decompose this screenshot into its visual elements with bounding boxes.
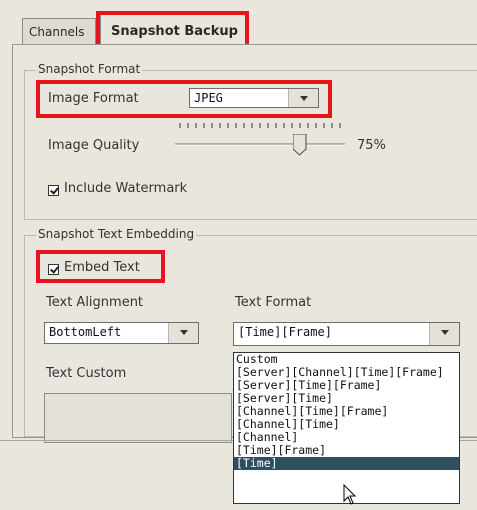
tab-channels[interactable]: Channels: [22, 18, 96, 45]
text-alignment-label: Text Alignment: [46, 295, 144, 310]
include-watermark-checkbox[interactable]: [48, 185, 59, 196]
text-format-select[interactable]: [Time][Frame]: [233, 322, 460, 346]
text-embedding-legend: Snapshot Text Embedding: [36, 227, 197, 241]
snapshot-format-legend: Snapshot Format: [36, 62, 143, 76]
text-format-dropdown-list[interactable]: Custom [Server][Channel][Time][Frame] [S…: [233, 352, 460, 504]
slider-thumb[interactable]: [292, 133, 307, 156]
image-quality-label: Image Quality: [48, 138, 140, 153]
text-alignment-select[interactable]: BottomLeft: [44, 322, 199, 344]
slider-ticks: [179, 123, 341, 128]
text-format-label: Text Format: [235, 295, 312, 310]
text-custom-label: Text Custom: [46, 366, 127, 381]
text-alignment-dropdown-button[interactable]: [168, 323, 198, 343]
text-alignment-value: BottomLeft: [49, 325, 122, 339]
image-quality-slider[interactable]: [175, 120, 350, 160]
dropdown-option-selected[interactable]: [Time]: [234, 457, 459, 470]
chevron-down-icon: [180, 330, 188, 335]
text-custom-textarea[interactable]: [44, 393, 232, 443]
include-watermark-label: Include Watermark: [64, 181, 188, 196]
embed-text-highlight-box: [36, 250, 165, 283]
text-format-dropdown-button[interactable]: [429, 323, 459, 345]
chevron-down-icon: [441, 330, 449, 335]
tab-channels-label: Channels: [29, 25, 85, 39]
mouse-cursor-icon: [343, 483, 357, 506]
image-quality-value: 75%: [357, 138, 386, 153]
image-format-highlight-box: [36, 80, 332, 118]
text-format-value: [Time][Frame]: [238, 325, 332, 339]
slider-track-svg: [175, 123, 345, 146]
